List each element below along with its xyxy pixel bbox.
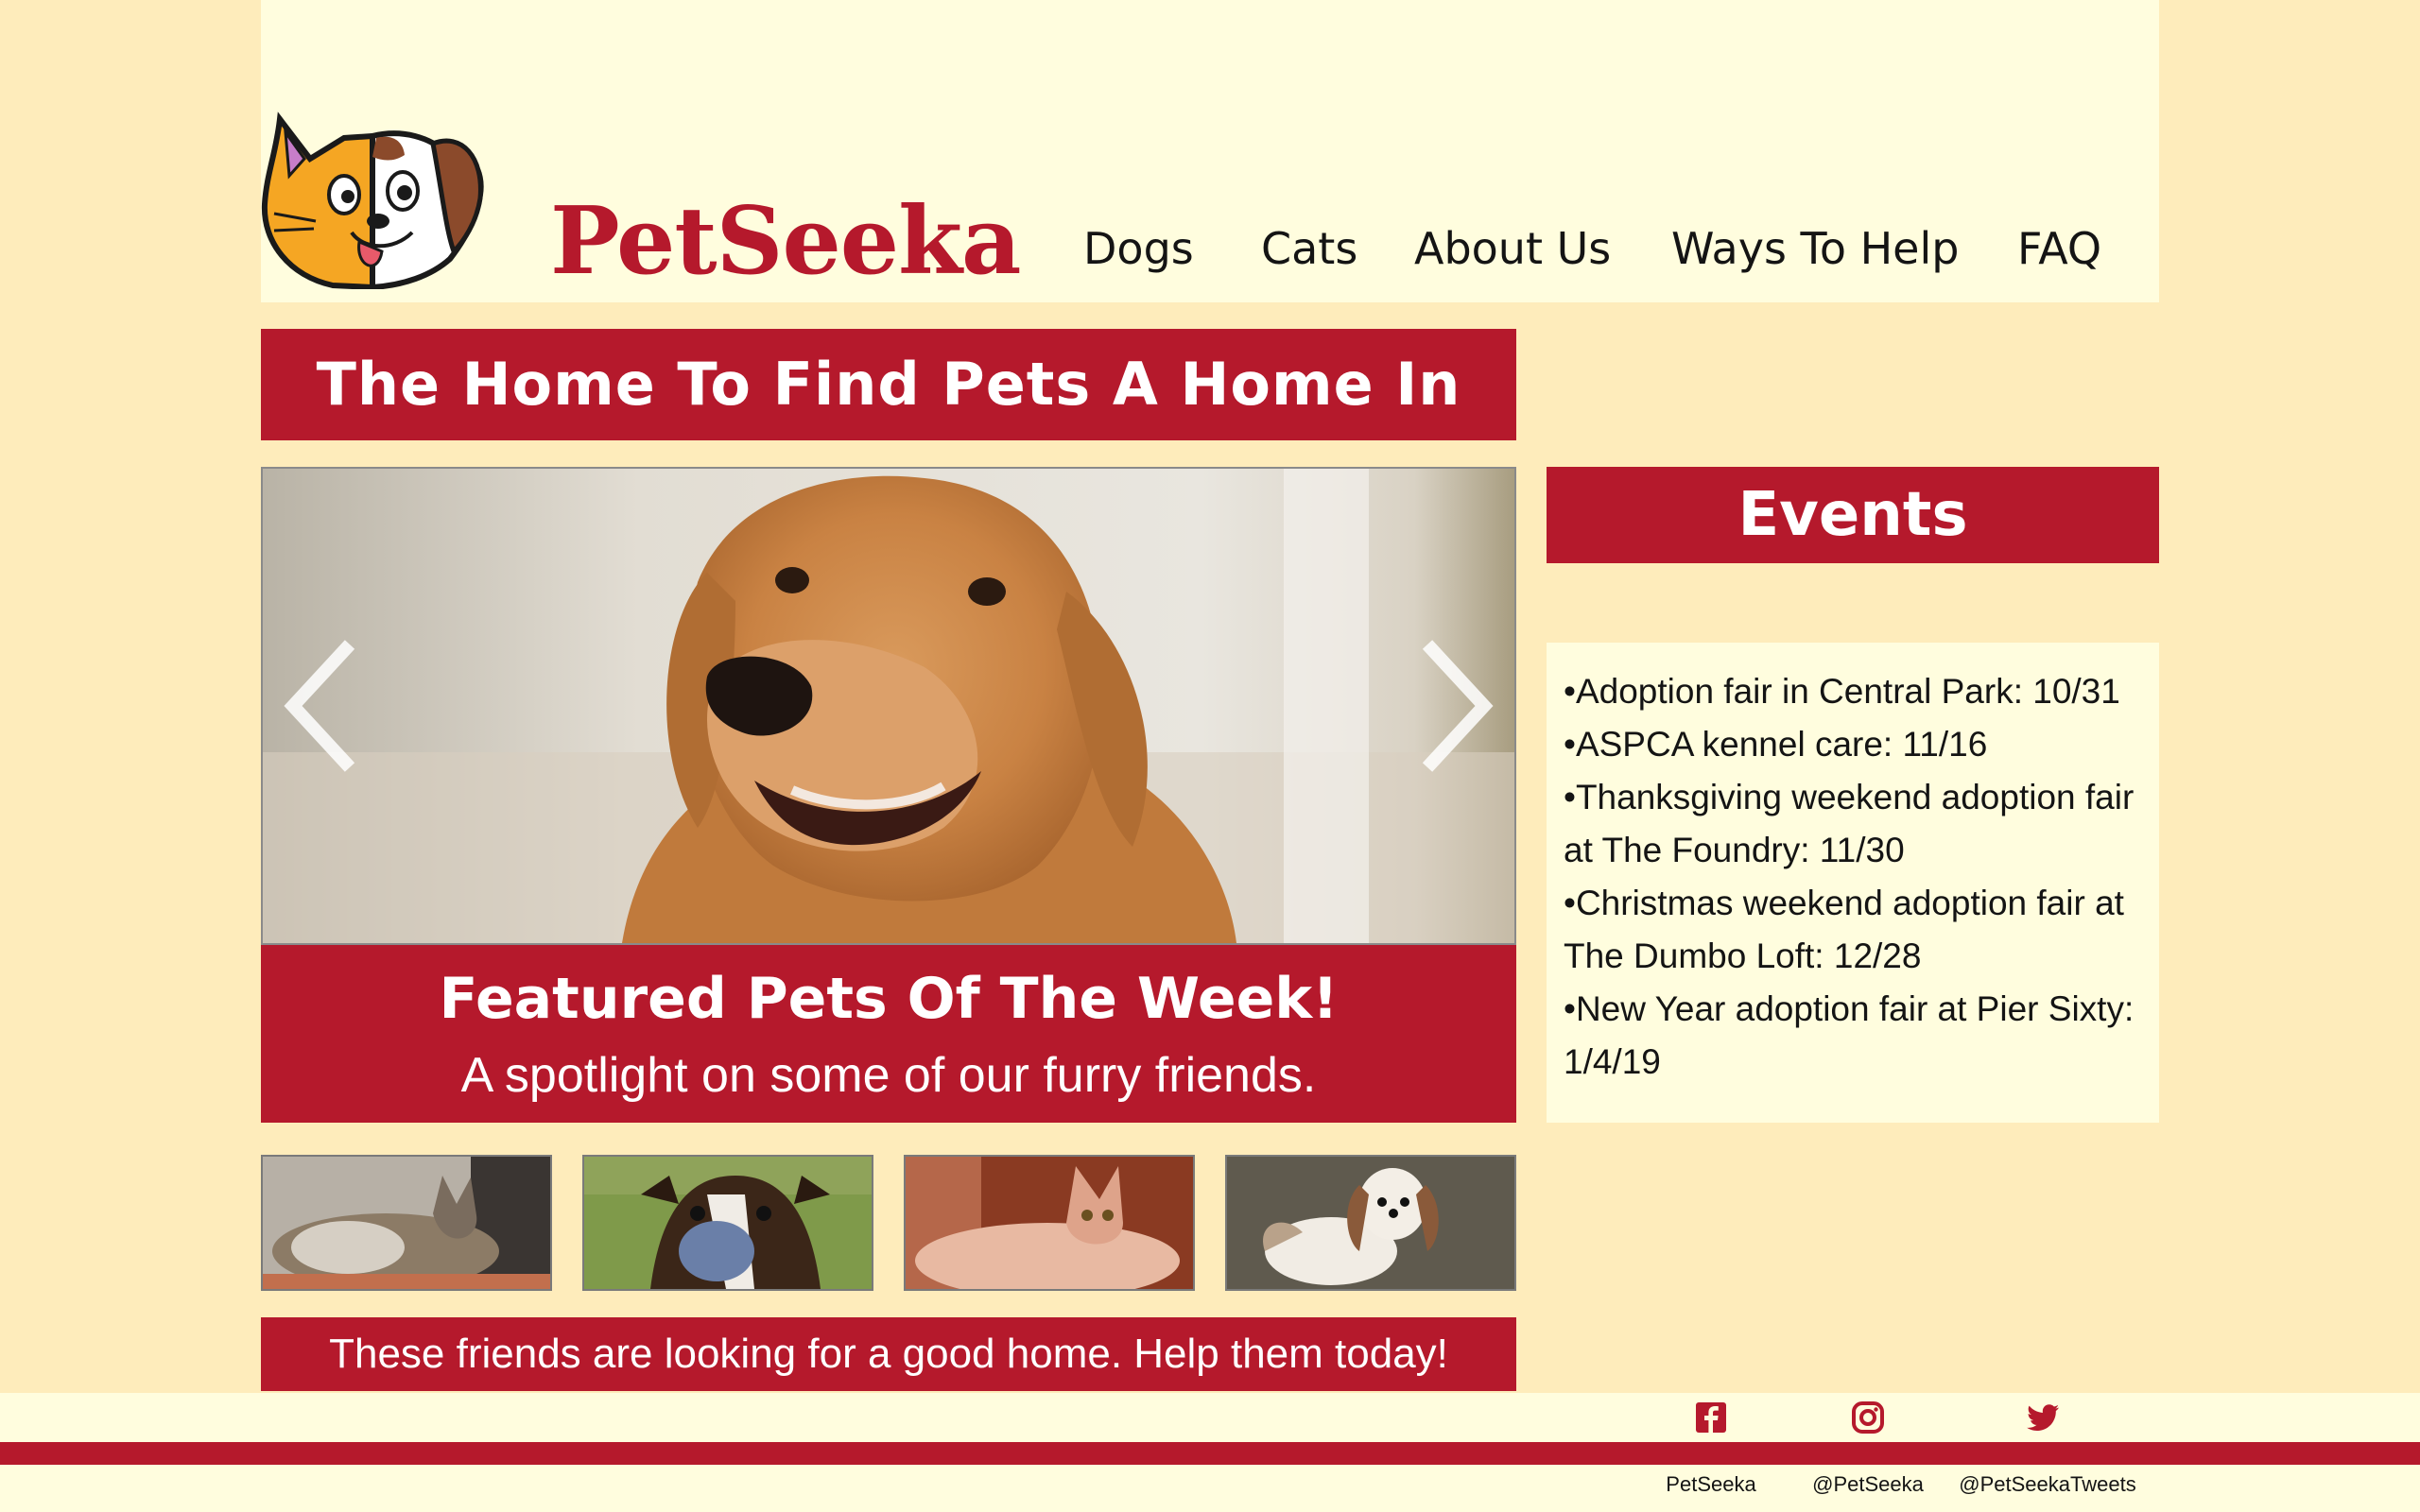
instagram-icon[interactable] (1851, 1400, 1885, 1435)
chevron-left-icon (284, 640, 355, 772)
golden-retriever-photo (263, 469, 1514, 943)
nav-item-dogs[interactable]: Dogs (1083, 215, 1194, 282)
featured-title: Featured Pets Of The Week! (439, 966, 1339, 1032)
list-item: •ASPCA kennel care: 11/16 (1564, 725, 1988, 764)
twitter-icon[interactable] (2027, 1400, 2061, 1435)
brand-name[interactable]: PetSeeka (550, 185, 1022, 299)
page-tagline: The Home To Find Pets A Home In NYC (261, 329, 1516, 530)
list-item: •Adoption fair in Central Park: 10/31 (1564, 672, 2120, 711)
nav-item-faq[interactable]: FAQ (2017, 215, 2101, 282)
chevron-right-icon (1422, 640, 1494, 772)
thumbnail-long-haired-cat[interactable] (261, 1155, 552, 1291)
thumbnail-bulldog[interactable] (582, 1155, 873, 1291)
thumbnail-sphynx-cat[interactable] (904, 1155, 1195, 1291)
events-list: •Adoption fair in Central Park: 10/31 •A… (1547, 643, 2159, 1123)
list-item: •Christmas weekend adoption fair at The … (1564, 884, 2124, 975)
facebook-handle[interactable]: PetSeeka (1649, 1470, 1773, 1499)
featured-caption: Featured Pets Of The Week! A spotlight o… (261, 945, 1516, 1123)
thumbnail-shih-tzu[interactable] (1225, 1155, 1516, 1291)
twitter-handle[interactable]: @PetSeekaTweets (1955, 1470, 2140, 1499)
featured-subtitle: A spotlight on some of our furry friends… (460, 1048, 1317, 1103)
carousel-prev-button[interactable] (274, 635, 369, 777)
list-item: •Thanksgiving weekend adoption fair at T… (1564, 778, 2135, 869)
nav-item-about-us[interactable]: About Us (1414, 215, 1611, 282)
carousel-image[interactable] (261, 467, 1516, 945)
footer-divider (0, 1442, 2420, 1465)
instagram-handle[interactable]: @PetSeeka (1798, 1470, 1938, 1499)
list-item: •New Year adoption fair at Pier Sixty: 1… (1564, 989, 2135, 1081)
carousel-next-button[interactable] (1409, 635, 1503, 777)
nav-item-ways-to-help[interactable]: Ways To Help (1671, 215, 1959, 282)
nav-item-cats[interactable]: Cats (1261, 215, 1357, 282)
call-to-action-banner[interactable]: These friends are looking for a good hom… (261, 1317, 1516, 1391)
events-title: Events (1547, 467, 2159, 563)
facebook-icon[interactable] (1694, 1400, 1728, 1435)
logo[interactable] (261, 100, 486, 289)
